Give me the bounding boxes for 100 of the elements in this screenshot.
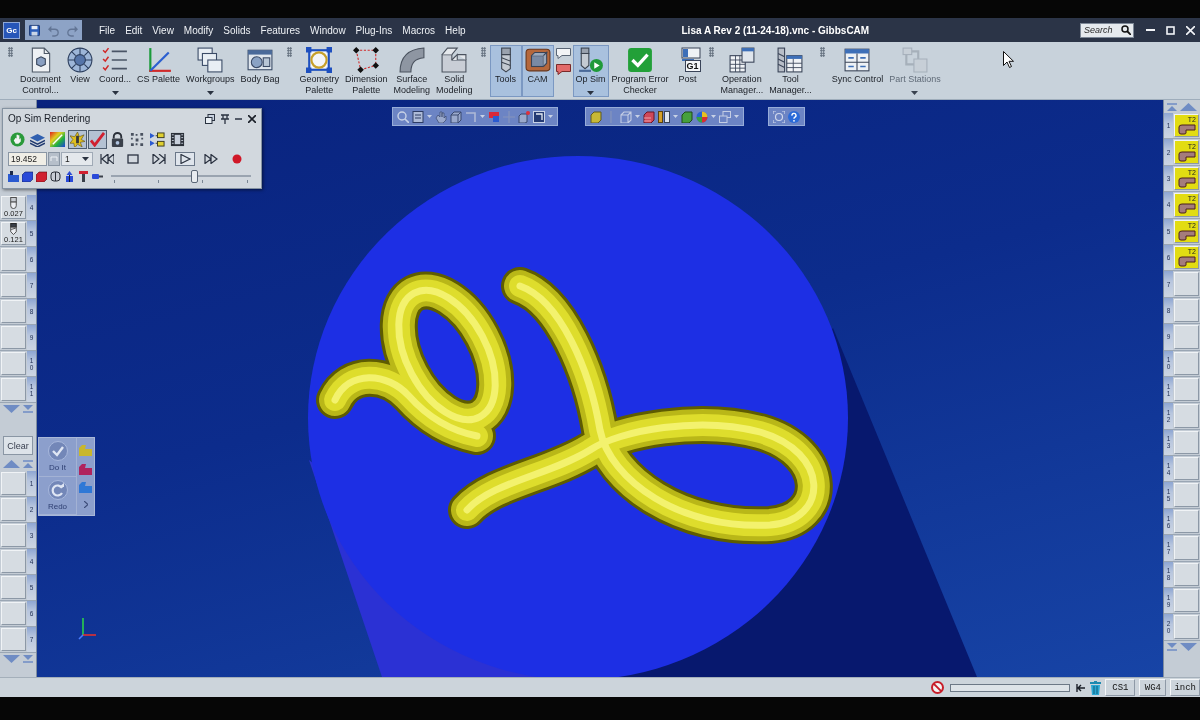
process-slot[interactable] [1,524,26,547]
tool-slot[interactable] [1,248,26,271]
ribbon-button[interactable]: Solid Modeling [433,45,476,97]
operation-slot[interactable] [1174,457,1199,481]
ribbon-button[interactable]: Geometry Palette [296,45,342,97]
menu-item[interactable]: Modify [178,22,219,38]
render-toggle-button[interactable] [48,129,67,149]
process-slot[interactable] [1,628,26,651]
windows-icon[interactable] [719,110,731,123]
t-shape-icon[interactable] [78,170,89,182]
cube-outline-icon[interactable] [450,110,462,123]
process-slot[interactable] [1,498,26,521]
menu-item[interactable]: Window [305,22,351,38]
scroll-end-icon[interactable] [22,405,33,413]
operation-slot[interactable] [1174,536,1199,560]
operation-slot[interactable] [1174,325,1199,349]
ribbon-button[interactable]: Workgroups [183,45,238,97]
save-icon[interactable] [29,23,40,37]
solid-cube-icon[interactable] [681,110,693,123]
tool-slot[interactable] [1,326,26,349]
arrow-block-icon[interactable] [64,170,75,182]
ribbon-button[interactable]: Coord... [96,45,135,97]
block-shape-icon[interactable] [79,463,92,475]
render-toggle-button[interactable] [88,129,107,149]
ribbon-button[interactable]: Operation Manager... [717,45,767,97]
menu-item[interactable]: Edit [120,22,148,38]
operation-slot[interactable] [1174,298,1199,323]
drag-grip[interactable] [819,47,825,57]
overlapping-squares-icon[interactable] [488,110,500,123]
tool-slot[interactable] [1,378,26,401]
tool-slot[interactable] [1,274,26,297]
bars-icon[interactable] [658,110,670,123]
search-icon[interactable] [1121,25,1131,35]
ribbon-button[interactable]: Surface Modeling [390,45,434,97]
ribbon-button[interactable]: View [64,45,97,97]
ribbon-button[interactable]: CAM [521,45,554,97]
menu-item[interactable]: Help [440,22,471,38]
caret-icon[interactable] [82,156,89,161]
clear-button[interactable]: Clear [3,436,33,455]
render-toggle-button[interactable] [148,129,167,149]
operation-slot[interactable] [1174,272,1199,296]
playback-button[interactable] [97,151,117,166]
menu-item[interactable]: Plug-Ins [350,22,398,38]
hand-icon[interactable] [435,110,447,123]
drag-grip[interactable] [480,47,486,57]
operation-slot[interactable] [1174,351,1199,375]
process-slot[interactable] [1,576,26,599]
drag-grip[interactable] [8,47,13,57]
ribbon-button[interactable]: Dimension Palette [342,45,391,97]
ribbon-button[interactable]: Op Sim [572,45,609,97]
app-logo[interactable]: Gc [3,21,20,39]
speech-bubble-icon[interactable] [555,48,571,59]
operation-slot[interactable] [1174,404,1199,428]
maximize-icon[interactable] [1165,25,1175,35]
framed-square-icon[interactable] [533,110,545,123]
render-toggle-button[interactable] [68,129,87,149]
operation-slot[interactable] [1174,509,1199,534]
menu-item[interactable]: File [94,22,121,38]
search-field[interactable]: Search [1080,22,1134,38]
process-slot[interactable] [1,472,26,495]
caret-icon[interactable] [206,91,214,95]
process-slot[interactable] [1,550,26,573]
menu-item[interactable]: Macros [397,22,441,38]
drag-grip[interactable] [287,47,293,57]
ribbon-button[interactable]: Document Control... [17,45,65,97]
zoom-fit-icon[interactable] [773,110,785,123]
process-slot[interactable] [1,602,26,625]
scroll-top-icon[interactable] [22,460,33,468]
prohibited-icon[interactable] [931,681,945,694]
step-select[interactable]: 1 [61,151,93,166]
scroll-top-icon[interactable] [1167,102,1178,111]
menu-item[interactable]: Features [255,22,306,38]
shaded-cube-icon[interactable] [590,110,602,123]
tool-slot[interactable] [1,300,26,323]
help-icon[interactable] [788,110,800,123]
box-icon[interactable] [8,170,19,182]
striped-cube-icon[interactable] [643,110,655,123]
ribbon-button[interactable]: Tool Manager... [766,45,815,97]
menu-item[interactable]: Solids [218,22,256,38]
playback-button[interactable] [149,151,169,166]
menu-item[interactable]: View [147,22,179,38]
playback-button[interactable] [175,151,195,166]
ribbon-button[interactable]: CS Palette [134,45,184,97]
page-icon[interactable] [412,110,424,123]
ribbon-button[interactable]: Body Bag [237,45,283,97]
pin-icon[interactable] [221,113,229,124]
close-icon[interactable] [248,114,256,123]
time-field[interactable]: 19.452 [8,151,47,166]
ribbon-button[interactable]: Sync Control [828,45,887,97]
ribbon-button[interactable]: G1 Post [671,45,704,97]
arrow-bar-icon[interactable] [1076,683,1087,692]
ribbon-button[interactable]: Program Error Checker [608,45,672,97]
chevron-right-icon[interactable] [83,501,88,509]
scroll-end-icon[interactable] [1167,642,1178,651]
corner-line-icon[interactable] [465,110,477,123]
operation-slot[interactable] [1174,615,1199,639]
wire-box-icon[interactable] [620,110,632,123]
tool-slot[interactable] [1,352,26,375]
restore-icon[interactable] [205,113,215,124]
operation-slot[interactable] [1174,430,1199,455]
